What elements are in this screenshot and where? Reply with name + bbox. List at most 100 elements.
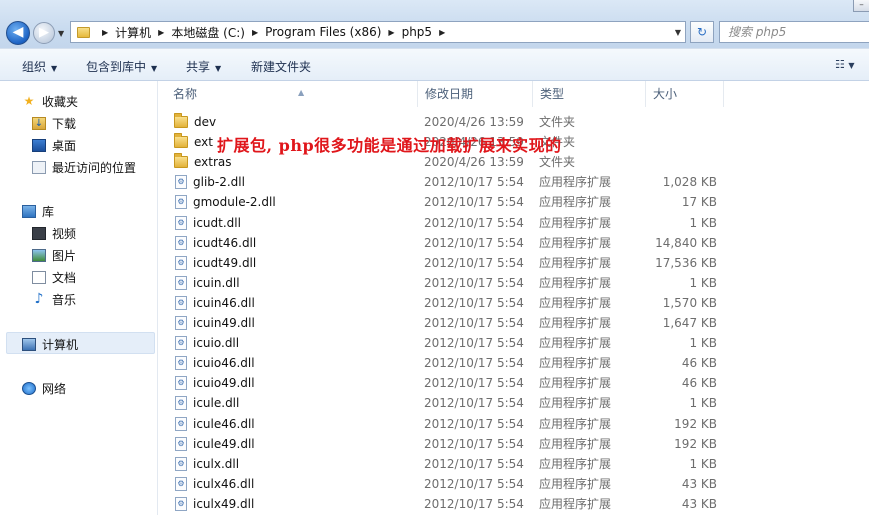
breadcrumb-php5[interactable]: php5 [402, 25, 432, 39]
file-size: 46 KB [681, 376, 717, 391]
file-name-cell[interactable]: ⚙ icudt49.dll [174, 253, 256, 273]
column-header-size[interactable]: 大小 [646, 81, 724, 107]
file-name-cell[interactable]: ⚙ gmodule-2.dll [174, 192, 276, 212]
breadcrumb-program-files[interactable]: Program Files (x86) [265, 25, 381, 39]
file-row[interactable]: ⚙ icuio.dll 2012/10/17 5:54 应用程序扩展 1 KB [158, 333, 869, 353]
file-name-cell[interactable]: ⚙ glib-2.dll [174, 172, 245, 192]
nav-documents[interactable]: 文档 [32, 269, 76, 286]
file-name-cell[interactable]: ⚙ icule49.dll [174, 434, 255, 454]
file-row[interactable]: ⚙ icuin49.dll 2012/10/17 5:54 应用程序扩展 1,647 K… [158, 313, 869, 333]
nav-music[interactable]: ♪ 音乐 [32, 291, 76, 308]
file-name-cell[interactable]: ⚙ icuin49.dll [174, 313, 255, 333]
organize-menu[interactable]: 组织 ▼ [22, 58, 57, 75]
back-button[interactable]: ◀ [6, 21, 30, 45]
file-name-cell[interactable]: ext [174, 132, 213, 152]
recent-pages-dropdown[interactable]: ▼ [58, 29, 64, 38]
nav-network-label: 网络 [42, 382, 67, 396]
file-row[interactable]: ⚙ icudt49.dll 2012/10/17 5:54 应用程序扩展 17,536 … [158, 253, 869, 273]
nav-videos[interactable]: 视频 [32, 225, 76, 242]
dll-icon: ⚙ [175, 336, 187, 351]
file-row[interactable]: ⚙ icuio49.dll 2012/10/17 5:54 应用程序扩展 46 KB [158, 373, 869, 393]
share-menu[interactable]: 共享 ▼ [186, 58, 221, 75]
file-type: 应用程序扩展 [539, 376, 612, 391]
column-header-name[interactable]: 名称 ▲ [166, 81, 418, 107]
refresh-button[interactable]: ↻ [690, 21, 714, 43]
music-icon: ♪ [34, 291, 44, 307]
view-icon: ☷ [835, 58, 845, 71]
file-row[interactable]: ⚙ icuin46.dll 2012/10/17 5:54 应用程序扩展 1,570 K… [158, 293, 869, 313]
file-name: iculx46.dll [193, 476, 255, 491]
nav-recent-places[interactable]: 最近访问的位置 [32, 159, 136, 176]
file-row[interactable]: dev 2020/4/26 13:59 文件夹 [158, 112, 869, 132]
file-row[interactable]: ⚙ gmodule-2.dll 2012/10/17 5:54 应用程序扩展 17 KB [158, 192, 869, 212]
file-name-cell[interactable]: ⚙ icudt46.dll [174, 233, 256, 253]
column-size-label: 大小 [653, 87, 678, 101]
chevron-down-icon: ▼ [51, 64, 58, 73]
folder-icon [174, 153, 188, 169]
file-date: 2012/10/17 5:54 [424, 496, 524, 511]
file-name-cell[interactable]: ⚙ iculx.dll [174, 454, 239, 474]
file-name: icule49.dll [193, 436, 255, 451]
file-name-cell[interactable]: dev [174, 112, 216, 132]
forward-button[interactable]: ▶ [33, 22, 55, 44]
file-type: 应用程序扩展 [539, 476, 612, 491]
file-row[interactable]: ⚙ glib-2.dll 2012/10/17 5:54 应用程序扩展 1,028 KB [158, 172, 869, 192]
column-header-date[interactable]: 修改日期 [418, 81, 533, 107]
file-row[interactable]: ⚙ iculx.dll 2012/10/17 5:54 应用程序扩展 1 KB [158, 454, 869, 474]
file-name-cell[interactable]: ⚙ iculx46.dll [174, 474, 254, 494]
address-field[interactable]: ▶ 计算机 ▶ 本地磁盘 (C:) ▶ Program Files (x86) … [70, 21, 686, 43]
file-name-cell[interactable]: ⚙ icuio.dll [174, 333, 239, 353]
minimize-button[interactable]: – [853, 0, 869, 12]
file-row[interactable]: ⚙ iculx49.dll 2012/10/17 5:54 应用程序扩展 43 KB [158, 494, 869, 514]
nav-downloads[interactable]: ↓ 下载 [32, 115, 76, 132]
file-name-cell[interactable]: ⚙ icuio46.dll [174, 353, 255, 373]
chevron-right-icon[interactable]: ▶ [388, 28, 394, 37]
file-name-cell[interactable]: ⚙ icule.dll [174, 393, 239, 413]
dll-icon: ⚙ [175, 476, 187, 491]
view-options-button[interactable]: ☷ ▼ [835, 58, 855, 71]
chevron-right-icon[interactable]: ▶ [102, 28, 108, 37]
breadcrumb-local-disk[interactable]: 本地磁盘 (C:) [171, 24, 245, 41]
file-row[interactable]: ⚙ icuio46.dll 2012/10/17 5:54 应用程序扩展 46 KB [158, 353, 869, 373]
file-name-cell[interactable]: ⚙ icuio49.dll [174, 373, 255, 393]
new-folder-button[interactable]: 新建文件夹 [251, 58, 311, 75]
chevron-right-icon[interactable]: ▶ [252, 28, 258, 37]
file-name-cell[interactable]: ⚙ iculx49.dll [174, 494, 254, 514]
file-row[interactable]: ⚙ iculx46.dll 2012/10/17 5:54 应用程序扩展 43 KB [158, 474, 869, 494]
chevron-right-icon[interactable]: ▶ [158, 28, 164, 37]
file-row[interactable]: ⚙ icule.dll 2012/10/17 5:54 应用程序扩展 1 KB [158, 393, 869, 413]
file-name-cell[interactable]: ⚙ icuin.dll [174, 273, 240, 293]
file-name: dev [194, 115, 217, 129]
file-date: 2012/10/17 5:54 [424, 255, 524, 270]
file-name: iculx49.dll [193, 496, 255, 511]
file-type: 应用程序扩展 [539, 316, 612, 330]
file-size: 1 KB [689, 396, 717, 411]
include-in-library-menu[interactable]: 包含到库中 ▼ [86, 58, 157, 75]
nav-network[interactable]: 网络 [22, 380, 66, 397]
file-name-cell[interactable]: ⚙ icudt.dll [174, 213, 241, 233]
file-type: 应用程序扩展 [539, 496, 612, 511]
chevron-down-icon: ▼ [151, 64, 158, 73]
file-type: 应用程序扩展 [539, 215, 612, 230]
breadcrumb-computer[interactable]: 计算机 [115, 24, 151, 41]
nav-libraries[interactable]: 库 [22, 203, 54, 220]
file-row[interactable]: ⚙ icudt46.dll 2012/10/17 5:54 应用程序扩展 14,840 … [158, 233, 869, 253]
nav-desktop[interactable]: 桌面 [32, 137, 76, 154]
file-row[interactable]: ⚙ icuin.dll 2012/10/17 5:54 应用程序扩展 1 KB [158, 273, 869, 293]
file-row[interactable]: ⚙ icule46.dll 2012/10/17 5:54 应用程序扩展 192 KB [158, 414, 869, 434]
chevron-right-icon[interactable]: ▶ [439, 28, 445, 37]
file-name-cell[interactable]: ⚙ icuin46.dll [174, 293, 255, 313]
folder-icon [174, 113, 188, 128]
file-row[interactable]: ⚙ icudt.dll 2012/10/17 5:54 应用程序扩展 1 KB [158, 213, 869, 233]
file-row[interactable]: ⚙ icule49.dll 2012/10/17 5:54 应用程序扩展 192 KB [158, 434, 869, 454]
dll-icon: ⚙ [175, 416, 187, 431]
nav-computer[interactable]: 计算机 [22, 336, 78, 353]
arrow-left-icon: ◀ [12, 24, 24, 40]
dll-icon: ⚙ [175, 376, 187, 391]
file-name-cell[interactable]: ⚙ icule46.dll [174, 414, 255, 434]
search-input[interactable]: 搜索 php5 [719, 21, 869, 43]
nav-favorites[interactable]: ★ 收藏夹 [22, 93, 78, 110]
nav-pictures[interactable]: 图片 [32, 247, 76, 264]
address-history-dropdown[interactable]: ▼ [675, 28, 681, 37]
column-header-type[interactable]: 类型 [533, 81, 646, 107]
